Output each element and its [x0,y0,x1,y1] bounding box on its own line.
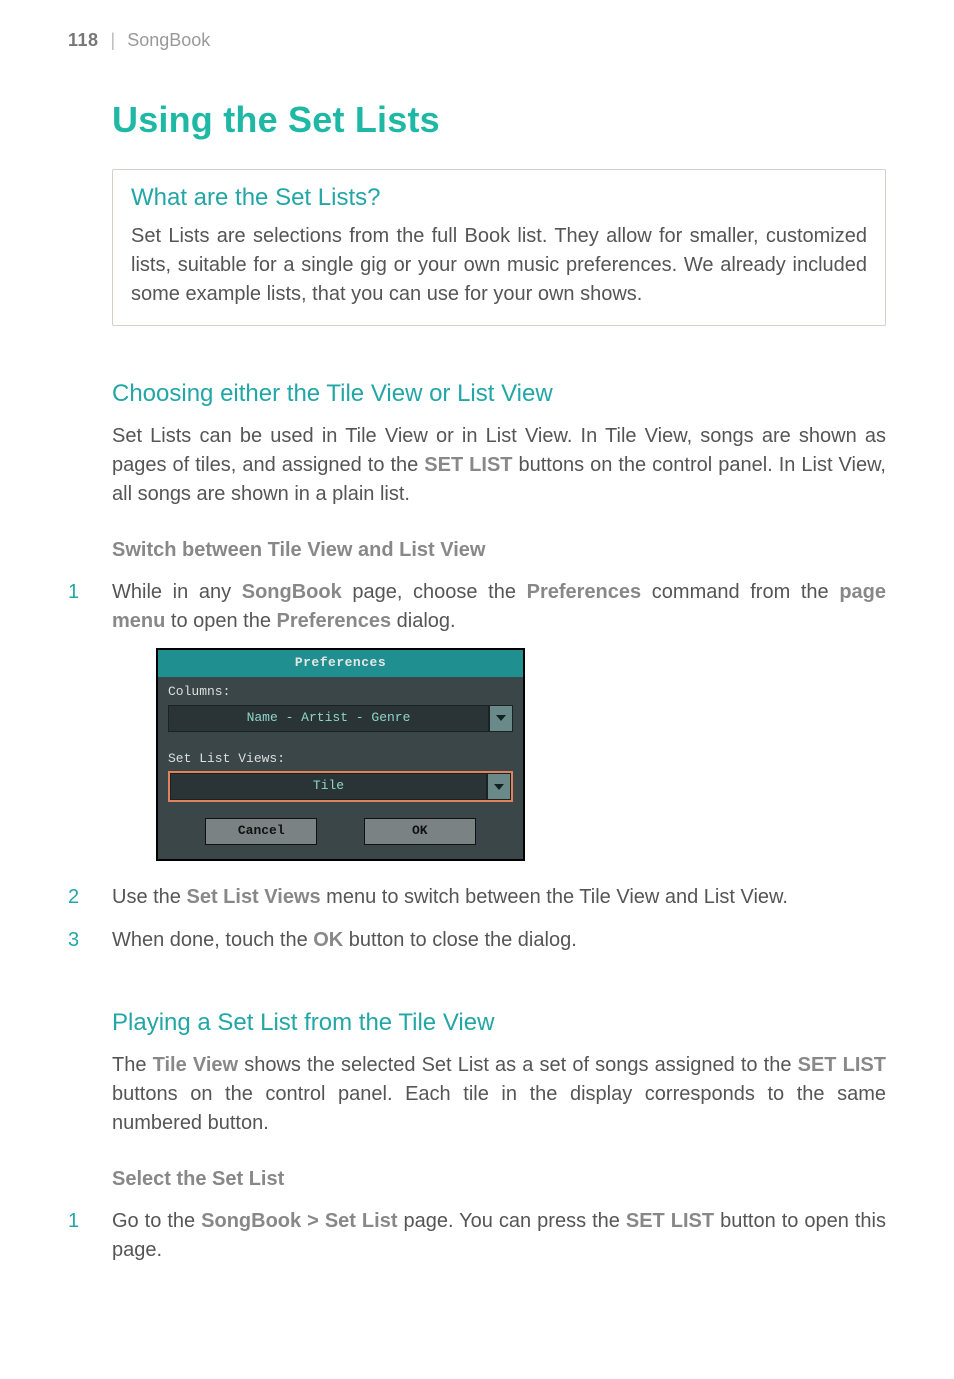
text: page. You can press the [398,1210,626,1232]
section-intro: Set Lists can be used in Tile View or in… [112,422,886,509]
section-intro: The Tile View shows the selected Set Lis… [112,1051,886,1138]
text: Use the [112,886,186,908]
setlist-views-value: Tile [170,773,487,800]
text: dialog. [391,610,456,632]
subheading: Select the Set List [112,1168,886,1191]
semibold-text: SongBook > Set List [201,1210,397,1232]
text: When done, touch the [112,929,313,951]
text: menu to switch between the Tile View and… [321,886,788,908]
section-name: SongBook [127,30,210,51]
text: While in any [112,581,242,603]
semibold-text: Preferences [527,581,642,603]
step-item: While in any SongBook page, choose the P… [68,578,886,861]
text: buttons on the control panel. Each tile … [112,1083,886,1134]
text: The [112,1054,153,1076]
dropdown-arrow-icon[interactable] [487,773,511,800]
page-number: 118 [68,30,99,51]
columns-dropdown[interactable]: Name - Artist - Genre [168,705,513,732]
step-item: When done, touch the OK button to close … [68,926,886,955]
columns-value: Name - Artist - Genre [168,705,489,732]
ok-button[interactable]: OK [364,818,476,845]
semibold-text: SET LIST [626,1210,714,1232]
semibold-text: Set List Views [186,886,320,908]
cancel-button[interactable]: Cancel [205,818,317,845]
callout-box: What are the Set Lists? Set Lists are se… [112,169,886,326]
section-heading: Playing a Set List from the Tile View [112,1009,886,1037]
dialog-title: Preferences [158,650,523,677]
columns-label: Columns: [168,683,513,702]
semibold-text: SET LIST [424,454,512,476]
semibold-text: OK [313,929,343,951]
setlist-views-label: Set List Views: [168,750,513,769]
semibold-text: Tile View [153,1054,238,1076]
semibold-text: SongBook [242,581,342,603]
callout-heading: What are the Set Lists? [131,184,867,212]
header-divider: | [111,30,116,51]
callout-body: Set Lists are selections from the full B… [131,222,867,309]
text: button to close the dialog. [343,929,577,951]
setlist-views-dropdown[interactable]: Tile [168,771,513,802]
step-item: Go to the SongBook > Set List page. You … [68,1207,886,1265]
preferences-dialog: Preferences Columns: Name - Artist - Gen… [156,648,525,861]
page-header: 118 | SongBook [68,30,886,51]
section-heading: Choosing either the Tile View or List Vi… [112,380,886,408]
text: Go to the [112,1210,201,1232]
step-item: Use the Set List Views menu to switch be… [68,883,886,912]
text: command from the [641,581,839,603]
page-title: Using the Set Lists [112,99,886,141]
text: page, choose the [342,581,527,603]
semibold-text: Preferences [277,610,392,632]
dropdown-arrow-icon[interactable] [489,705,513,732]
semibold-text: SET LIST [798,1054,886,1076]
text: shows the selected Set List as a set of … [238,1054,798,1076]
subheading: Switch between Tile View and List View [112,539,886,562]
text: to open the [165,610,276,632]
